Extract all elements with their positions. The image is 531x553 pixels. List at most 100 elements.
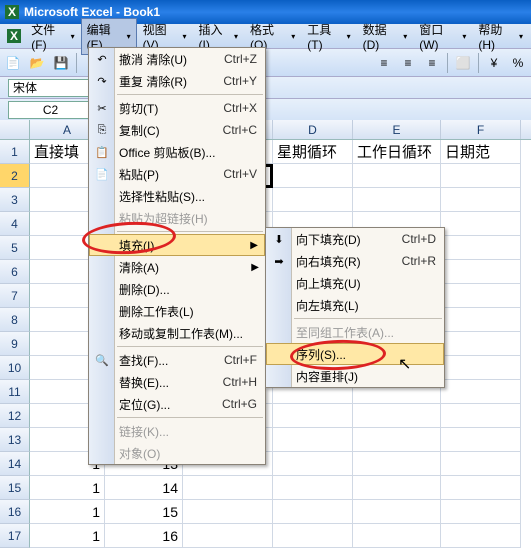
cell[interactable] — [353, 404, 441, 428]
menu-item[interactable]: 序列(S)... — [266, 343, 444, 365]
cell[interactable] — [441, 476, 521, 500]
new-icon[interactable]: 📄 — [2, 52, 24, 74]
cell[interactable] — [441, 404, 521, 428]
menu-item[interactable]: 向上填充(U) — [266, 272, 444, 294]
menu-item[interactable]: 向左填充(L) — [266, 294, 444, 316]
cell[interactable] — [441, 428, 521, 452]
cell[interactable] — [441, 308, 521, 332]
menu-file[interactable]: 文件(F)▾ — [25, 18, 80, 55]
cell[interactable] — [353, 476, 441, 500]
cell[interactable] — [441, 236, 521, 260]
menu-item[interactable]: ↶撤消 清除(U)Ctrl+Z — [89, 48, 265, 70]
col-header-D[interactable]: D — [273, 120, 353, 139]
cell[interactable]: 1 — [30, 524, 105, 548]
cell[interactable] — [441, 380, 521, 404]
align-left-icon[interactable]: ≡ — [373, 52, 395, 74]
cell[interactable] — [441, 500, 521, 524]
menu-item[interactable]: 📋Office 剪贴板(B)... — [89, 141, 265, 163]
align-right-icon[interactable]: ≡ — [421, 52, 443, 74]
cell[interactable] — [273, 500, 353, 524]
cell[interactable] — [353, 500, 441, 524]
cell[interactable] — [441, 164, 521, 188]
row-header[interactable]: 7 — [0, 284, 30, 308]
select-all-corner[interactable] — [0, 120, 30, 139]
save-icon[interactable]: 💾 — [50, 52, 72, 74]
cell[interactable] — [273, 404, 353, 428]
menu-item[interactable]: 内容重排(J) — [266, 365, 444, 387]
row-header[interactable]: 11 — [0, 380, 30, 404]
row-header[interactable]: 17 — [0, 524, 30, 548]
menu-tools[interactable]: 工具(T)▾ — [301, 18, 356, 55]
currency-icon[interactable]: ¥ — [483, 52, 505, 74]
menu-item[interactable]: 删除(D)... — [89, 278, 265, 300]
menu-item[interactable]: ✂剪切(T)Ctrl+X — [89, 97, 265, 119]
cell[interactable]: 1 — [30, 500, 105, 524]
menu-item[interactable]: ↷重复 清除(R)Ctrl+Y — [89, 70, 265, 92]
cell[interactable] — [441, 452, 521, 476]
open-icon[interactable]: 📂 — [26, 52, 48, 74]
row-header[interactable]: 5 — [0, 236, 30, 260]
row-header[interactable]: 16 — [0, 500, 30, 524]
percent-icon[interactable]: % — [507, 52, 529, 74]
cell[interactable]: 1 — [30, 476, 105, 500]
menu-help[interactable]: 帮助(H)▾ — [472, 18, 529, 55]
cell[interactable] — [183, 476, 273, 500]
cell[interactable]: 15 — [105, 500, 183, 524]
cell[interactable]: 16 — [105, 524, 183, 548]
menu-item[interactable]: 🔍查找(F)...Ctrl+F — [89, 349, 265, 371]
cell[interactable]: 工作日循环 — [353, 140, 441, 164]
name-box[interactable]: C2 — [8, 101, 93, 119]
cell[interactable] — [273, 428, 353, 452]
col-header-F[interactable]: F — [441, 120, 521, 139]
align-center-icon[interactable]: ≡ — [397, 52, 419, 74]
cell[interactable] — [441, 332, 521, 356]
cell[interactable]: 星期循环 — [273, 140, 353, 164]
menu-item[interactable]: 定位(G)...Ctrl+G — [89, 393, 265, 415]
menu-item[interactable]: 替换(E)...Ctrl+H — [89, 371, 265, 393]
cell[interactable] — [273, 164, 353, 188]
font-name-box[interactable]: 宋体 — [8, 79, 93, 97]
cell[interactable] — [353, 452, 441, 476]
col-header-E[interactable]: E — [353, 120, 441, 139]
cell[interactable] — [441, 284, 521, 308]
row-header[interactable]: 12 — [0, 404, 30, 428]
cell[interactable] — [441, 356, 521, 380]
menu-item[interactable]: ⬇向下填充(D)Ctrl+D — [266, 228, 444, 250]
cell[interactable] — [441, 212, 521, 236]
row-header[interactable]: 8 — [0, 308, 30, 332]
menu-item[interactable]: 选择性粘贴(S)... — [89, 185, 265, 207]
cell[interactable] — [273, 524, 353, 548]
menu-data[interactable]: 数据(D)▾ — [357, 18, 414, 55]
row-header[interactable]: 13 — [0, 428, 30, 452]
cell[interactable]: 14 — [105, 476, 183, 500]
menu-item[interactable]: 移动或复制工作表(M)... — [89, 322, 265, 344]
cell[interactable] — [273, 188, 353, 212]
row-header[interactable]: 2 — [0, 164, 30, 188]
row-header[interactable]: 6 — [0, 260, 30, 284]
cell[interactable] — [273, 452, 353, 476]
menu-item[interactable]: 填充(I)▶ — [89, 234, 265, 256]
menu-item[interactable]: 📄粘贴(P)Ctrl+V — [89, 163, 265, 185]
menu-item[interactable]: 清除(A)▶ — [89, 256, 265, 278]
merge-icon[interactable]: ⬜ — [452, 52, 474, 74]
row-header[interactable]: 3 — [0, 188, 30, 212]
row-header[interactable]: 10 — [0, 356, 30, 380]
cell[interactable] — [441, 188, 521, 212]
menu-item[interactable]: ➡向右填充(R)Ctrl+R — [266, 250, 444, 272]
cell[interactable] — [353, 524, 441, 548]
cell[interactable] — [441, 524, 521, 548]
cell[interactable]: 日期范 — [441, 140, 521, 164]
row-header[interactable]: 14 — [0, 452, 30, 476]
cell[interactable] — [353, 188, 441, 212]
row-header[interactable]: 4 — [0, 212, 30, 236]
row-header[interactable]: 15 — [0, 476, 30, 500]
cell[interactable] — [353, 428, 441, 452]
menu-item[interactable]: 删除工作表(L) — [89, 300, 265, 322]
cell[interactable] — [183, 500, 273, 524]
row-header[interactable]: 9 — [0, 332, 30, 356]
cell[interactable] — [273, 476, 353, 500]
cell[interactable] — [441, 260, 521, 284]
menu-item[interactable]: ⎘复制(C)Ctrl+C — [89, 119, 265, 141]
row-header[interactable]: 1 — [0, 140, 30, 164]
menu-window[interactable]: 窗口(W)▾ — [413, 18, 472, 55]
